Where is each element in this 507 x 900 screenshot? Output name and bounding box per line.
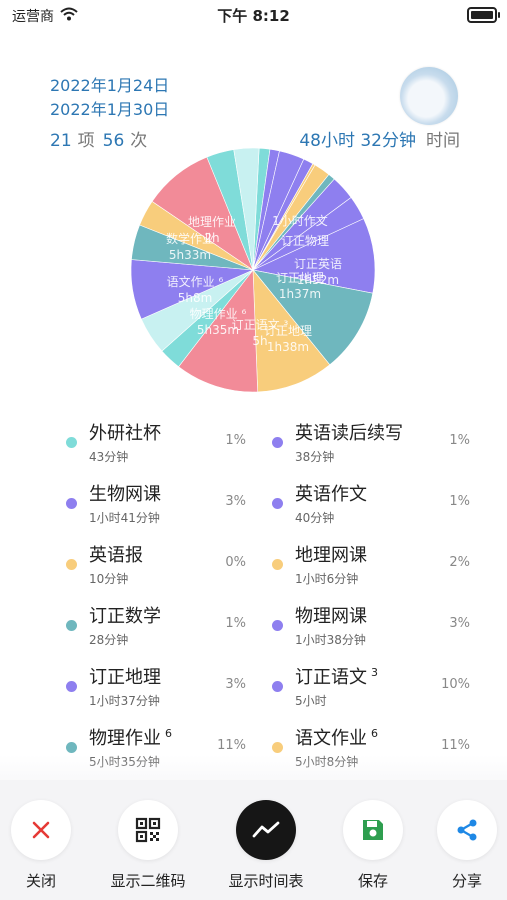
legend-item-percent: 11% — [441, 738, 470, 753]
legend-item-duration: 1小时41分钟 — [89, 511, 160, 525]
legend-color-dot — [66, 437, 77, 448]
save-button[interactable]: 保存 — [323, 800, 423, 891]
slice-label: 订正地理 — [276, 271, 324, 285]
legend-item-label: 物理作业 — [89, 728, 161, 749]
legend-item-percent: 10% — [441, 677, 470, 692]
legend-item-name: 订正地理 — [89, 663, 161, 689]
legend-item[interactable]: 英语作文 40分钟 1% — [272, 476, 472, 536]
legend-color-dot — [66, 620, 77, 631]
legend-color-dot — [272, 559, 283, 570]
timeline-label: 显示时间表 — [228, 872, 304, 890]
legend-item-name: 英语读后续写 — [295, 419, 403, 445]
slice-label: 订正地理 — [264, 324, 312, 338]
legend-item-label: 订正语文 — [295, 667, 367, 688]
legend-item-duration: 38分钟 — [295, 450, 335, 464]
legend-item-percent: 1% — [225, 433, 246, 448]
legend-item-label: 语文作业 — [295, 728, 367, 749]
legend-color-dot — [272, 620, 283, 631]
legend-item-label: 订正数学 — [89, 606, 161, 627]
save-label: 保存 — [357, 872, 388, 890]
legend-item[interactable]: 订正语文 3 5小时 10% — [272, 659, 472, 719]
legend-item-name: 订正语文 3 — [295, 663, 378, 689]
slice-duration: 5h33m — [169, 248, 211, 262]
legend-item-percent: 1% — [225, 616, 246, 631]
slice-label: 地理作业 — [188, 215, 236, 229]
legend-color-dot — [66, 559, 77, 570]
legend-item-label: 地理网课 — [295, 545, 367, 566]
legend-item-label: 英语作文 — [295, 484, 367, 505]
close-label: 关闭 — [25, 872, 56, 890]
show-timeline-button[interactable]: 显示时间表 — [216, 800, 316, 891]
legend-item-duration: 43分钟 — [89, 450, 129, 464]
legend-color-dot — [66, 742, 77, 753]
legend-item-percent: 1% — [449, 494, 470, 509]
legend-item-name: 物理作业 6 — [89, 724, 172, 750]
legend-item-name: 英语作文 — [295, 480, 367, 506]
slice-label: 语文作业 ⁶ — [167, 274, 224, 289]
legend-item-count: 6 — [371, 727, 378, 740]
pie-chart: 数学作业5h33m语文作业 ⁶5h8m物理作业 ⁶5h35m订正语文 ³5h1小… — [130, 147, 376, 393]
legend-item-count: 3 — [371, 666, 378, 679]
legend-color-dot — [66, 681, 77, 692]
legend-item[interactable]: 英语报 10分钟 0% — [66, 537, 266, 597]
legend-item-name: 地理网课 — [295, 541, 367, 567]
legend-item-percent: 11% — [217, 738, 246, 753]
slice-duration: 2h — [204, 231, 219, 245]
legend-item-percent: 3% — [449, 616, 470, 631]
trend-line-icon — [252, 821, 280, 838]
legend-color-dot — [272, 742, 283, 753]
legend-color-dot — [272, 498, 283, 509]
legend-item-label: 英语读后续写 — [295, 423, 403, 444]
show-qrcode-button[interactable]: 显示二维码 — [98, 800, 198, 891]
legend-item-duration: 1小时37分钟 — [89, 694, 160, 708]
legend-color-dot — [272, 681, 283, 692]
slice-label: 订正物理 — [281, 234, 329, 248]
legend-item-count: 6 — [165, 727, 172, 740]
legend-item-duration: 1小时6分钟 — [295, 572, 359, 586]
legend-item-percent: 0% — [225, 555, 246, 570]
close-button[interactable]: 关闭 — [0, 800, 91, 891]
legend-item[interactable]: 物理网课 1小时38分钟 3% — [272, 598, 472, 658]
legend-item[interactable]: 外研社杯 43分钟 1% — [66, 415, 266, 475]
share-button[interactable]: 分享 — [417, 800, 507, 891]
legend-item-label: 订正地理 — [89, 667, 161, 688]
legend-color-dot — [66, 498, 77, 509]
share-label: 分享 — [451, 872, 482, 890]
legend-item[interactable]: 订正数学 28分钟 1% — [66, 598, 266, 658]
qrcode-label: 显示二维码 — [110, 872, 186, 890]
qrcode-icon — [135, 817, 161, 843]
legend-item[interactable]: 订正地理 1小时37分钟 3% — [66, 659, 266, 719]
close-icon — [32, 821, 50, 839]
slice-duration: 1h38m — [267, 340, 309, 354]
legend-item-label: 物理网课 — [295, 606, 367, 627]
legend-item-label: 英语报 — [89, 545, 143, 566]
slice-label: 订正英语 — [294, 257, 342, 271]
legend-item-duration: 40分钟 — [295, 511, 335, 525]
legend-item[interactable]: 英语读后续写 38分钟 1% — [272, 415, 472, 475]
legend-color-dot — [272, 437, 283, 448]
slice-duration: 1h37m — [279, 287, 321, 301]
save-icon — [363, 820, 383, 840]
legend-item-name: 语文作业 6 — [295, 724, 378, 750]
slice-duration: 5h8m — [178, 291, 213, 305]
legend-item-percent: 3% — [225, 494, 246, 509]
legend-item-percent: 1% — [449, 433, 470, 448]
share-icon — [457, 819, 477, 841]
legend-item-percent: 2% — [449, 555, 470, 570]
legend-item-name: 英语报 — [89, 541, 143, 567]
legend-item-name: 物理网课 — [295, 602, 367, 628]
slice-label: 1小时作文 — [272, 213, 328, 228]
legend-item-name: 订正数学 — [89, 602, 161, 628]
legend-item-duration: 1小时38分钟 — [295, 633, 366, 647]
legend-item-percent: 3% — [225, 677, 246, 692]
legend-item[interactable]: 地理网课 1小时6分钟 2% — [272, 537, 472, 597]
legend-item-name: 生物网课 — [89, 480, 161, 506]
legend-item-duration: 10分钟 — [89, 572, 129, 586]
legend-item[interactable]: 生物网课 1小时41分钟 3% — [66, 476, 266, 536]
legend-item-duration: 5小时 — [295, 694, 327, 708]
legend-item-label: 生物网课 — [89, 484, 161, 505]
legend-item-duration: 28分钟 — [89, 633, 129, 647]
legend-item-label: 外研社杯 — [89, 423, 161, 444]
legend-item-name: 外研社杯 — [89, 419, 161, 445]
